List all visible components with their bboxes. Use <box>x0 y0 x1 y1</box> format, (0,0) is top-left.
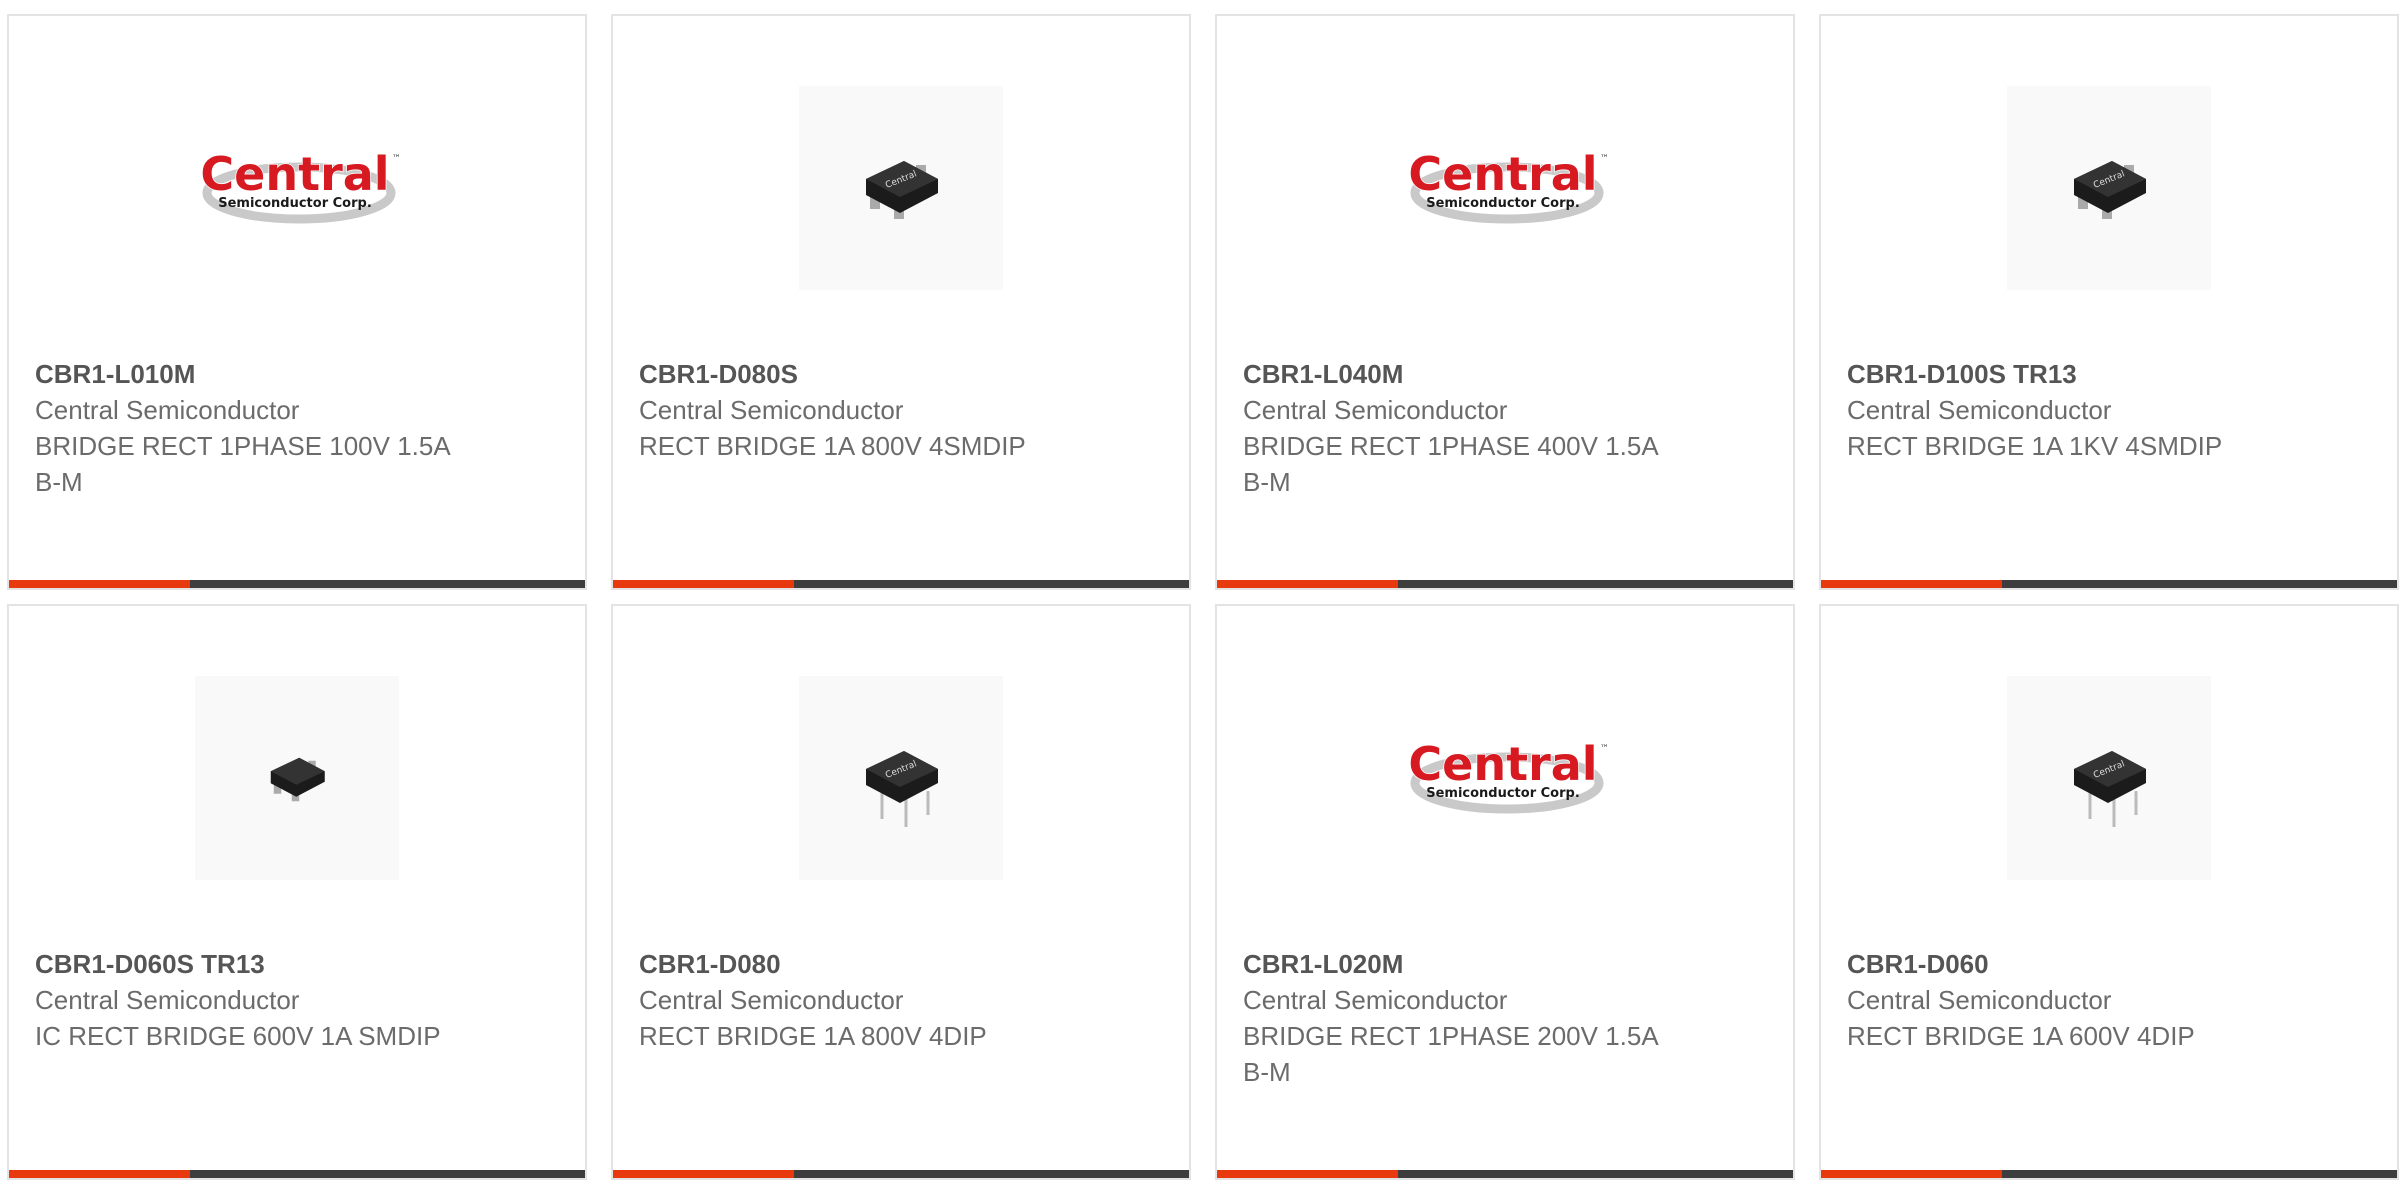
product-info: CBR1-D080S Central Semiconductor RECT BR… <box>639 356 1059 464</box>
manufacturer-name: Central Semiconductor <box>1243 395 1508 425</box>
svg-text:Semiconductor Corp.: Semiconductor Corp. <box>1426 196 1580 211</box>
product-image[interactable] <box>195 676 399 880</box>
product-image[interactable]: Central <box>799 676 1003 880</box>
product-description: RECT BRIDGE 1A 1KV 4SMDIP <box>1847 431 2223 461</box>
product-image[interactable]: Central™ Semiconductor Corp. <box>195 86 399 290</box>
card-progress-bar <box>1217 1170 1793 1178</box>
part-number-link[interactable]: CBR1-L040M <box>1243 356 1663 392</box>
card-progress-bar <box>9 580 585 588</box>
central-logo-icon: Central™ Semiconductor Corp. <box>200 146 399 224</box>
card-progress-bar <box>613 580 1189 588</box>
card-progress-bar <box>1821 1170 2397 1178</box>
part-number-link[interactable]: CBR1-L020M <box>1243 946 1663 982</box>
product-description: BRIDGE RECT 1PHASE 400V 1.5A B-M <box>1243 431 1658 497</box>
manufacturer-name: Central Semiconductor <box>639 395 904 425</box>
product-grid: Central™Semiconductor Corp. CBR1-L010M C… <box>7 14 2399 1180</box>
product-card[interactable]: Central™ Semiconductor Corp. CBR1-L040M C… <box>1215 14 1795 590</box>
chip-package-icon <box>270 757 325 802</box>
svg-text:™: ™ <box>1600 154 1607 164</box>
manufacturer-name: Central Semiconductor <box>1847 985 2112 1015</box>
card-bar-accent <box>1217 1170 1399 1178</box>
product-description: IC RECT BRIDGE 600V 1A SMDIP <box>35 1021 441 1051</box>
svg-text:Central: Central <box>1408 737 1597 791</box>
product-image[interactable]: Central <box>2007 676 2211 880</box>
product-card[interactable]: Central CBR1-D060 Central Semiconductor … <box>1819 604 2399 1180</box>
product-description: BRIDGE RECT 1PHASE 100V 1.5A B-M <box>35 431 450 497</box>
part-number-link[interactable]: CBR1-L010M <box>35 356 455 392</box>
product-card[interactable]: CBR1-D060S TR13 Central Semiconductor IC… <box>7 604 587 1180</box>
product-image[interactable]: Central <box>2007 86 2211 290</box>
card-progress-bar <box>613 1170 1189 1178</box>
product-description: RECT BRIDGE 1A 600V 4DIP <box>1847 1021 2195 1051</box>
card-bar-accent <box>613 1170 795 1178</box>
product-info: CBR1-D060S TR13 Central Semiconductor IC… <box>35 946 455 1054</box>
product-card[interactable]: Central CBR1-D080S Central Semiconductor… <box>611 14 1191 590</box>
product-image[interactable]: Central™ Semiconductor Corp. <box>1403 676 1607 880</box>
part-number-link[interactable]: CBR1-D080S <box>639 356 1059 392</box>
manufacturer-name: Central Semiconductor <box>1243 985 1508 1015</box>
central-logo-icon: Central™ Semiconductor Corp. <box>1408 146 1607 224</box>
card-bar-accent <box>9 580 191 588</box>
manufacturer-name: Central Semiconductor <box>1847 395 2112 425</box>
product-image[interactable]: Central™ Semiconductor Corp. <box>1403 86 1607 290</box>
manufacturer-name: Central Semiconductor <box>639 985 904 1015</box>
product-description: BRIDGE RECT 1PHASE 200V 1.5A B-M <box>1243 1021 1658 1087</box>
manufacturer-name: Central Semiconductor <box>35 985 300 1015</box>
product-card[interactable]: Central CBR1-D100S TR13 Central Semicond… <box>1819 14 2399 590</box>
chip-package-icon: Central <box>866 161 938 219</box>
card-progress-bar <box>1217 580 1793 588</box>
svg-text:™: ™ <box>392 154 399 164</box>
chip-package-icon: Central <box>2074 161 2146 219</box>
product-info: CBR1-D100S TR13 Central Semiconductor RE… <box>1847 356 2267 464</box>
product-card[interactable]: Central™ Semiconductor Corp. CBR1-L010M C… <box>7 14 587 590</box>
product-description: RECT BRIDGE 1A 800V 4SMDIP <box>639 431 1026 461</box>
svg-text:Central: Central <box>200 147 389 201</box>
card-bar-accent <box>613 580 795 588</box>
product-info: CBR1-D060 Central Semiconductor RECT BRI… <box>1847 946 2267 1054</box>
product-card[interactable]: Central™ Semiconductor Corp. CBR1-L020M C… <box>1215 604 1795 1180</box>
product-info: CBR1-L040M Central Semiconductor BRIDGE … <box>1243 356 1663 500</box>
product-info: CBR1-L020M Central Semiconductor BRIDGE … <box>1243 946 1663 1090</box>
card-bar-accent <box>9 1170 191 1178</box>
product-info: CBR1-D080 Central Semiconductor RECT BRI… <box>639 946 1059 1054</box>
svg-text:Central: Central <box>1408 147 1597 201</box>
svg-text:™: ™ <box>1600 744 1607 754</box>
manufacturer-name: Central Semiconductor <box>35 395 300 425</box>
card-progress-bar <box>1821 580 2397 588</box>
part-number-link[interactable]: CBR1-D060 <box>1847 946 2267 982</box>
part-number-link[interactable]: CBR1-D080 <box>639 946 1059 982</box>
chip-package-icon: Central <box>2074 751 2146 827</box>
part-number-link[interactable]: CBR1-D060S TR13 <box>35 946 455 982</box>
product-info: CBR1-L010M Central Semiconductor BRIDGE … <box>35 356 455 500</box>
card-bar-accent <box>1217 580 1399 588</box>
svg-text:Semiconductor Corp.: Semiconductor Corp. <box>218 196 372 211</box>
card-bar-accent <box>1821 1170 2003 1178</box>
card-progress-bar <box>9 1170 585 1178</box>
part-number-link[interactable]: CBR1-D100S TR13 <box>1847 356 2267 392</box>
chip-package-icon: Central <box>866 751 938 827</box>
central-logo-icon: Central™ Semiconductor Corp. <box>1408 736 1607 814</box>
product-description: RECT BRIDGE 1A 800V 4DIP <box>639 1021 987 1051</box>
card-bar-accent <box>1821 580 2003 588</box>
product-image[interactable]: Central <box>799 86 1003 290</box>
product-card[interactable]: Central CBR1-D080 Central Semiconductor … <box>611 604 1191 1180</box>
svg-text:Semiconductor Corp.: Semiconductor Corp. <box>1426 786 1580 801</box>
